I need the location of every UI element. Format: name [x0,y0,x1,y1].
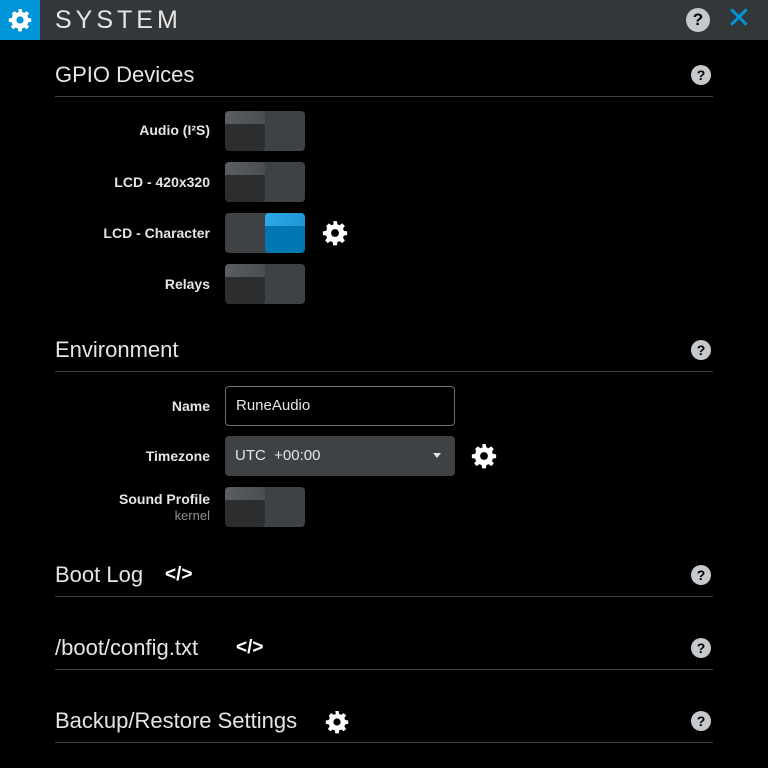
lcd-character-settings-gear-icon[interactable] [322,220,348,246]
sound-profile-title: Sound Profile [119,491,210,507]
timezone-value: UTC +00:00 [235,447,321,464]
toggle-knob [225,162,265,202]
section-title: Boot Log [55,562,144,587]
help-icon[interactable]: ? [691,65,711,85]
timezone-label: Timezone [145,448,210,464]
help-icon[interactable]: ? [691,711,711,731]
settings-gear-icon [0,0,40,40]
gpio-audio-toggle[interactable] [225,111,305,151]
gpio-relays-label: Relays [164,276,210,292]
sound-profile-toggle[interactable] [225,487,305,527]
toggle-knob [225,264,265,304]
chevron-down-icon [433,453,441,458]
close-button[interactable]: ✕ [726,4,752,34]
gpio-lcd-character-label: LCD - Character [103,225,210,241]
toggle-knob [265,213,305,253]
help-icon[interactable]: ? [691,340,711,360]
help-icon[interactable]: ? [686,8,710,32]
gpio-lcd-toggle[interactable] [225,162,305,202]
backup-settings-gear-icon[interactable] [325,710,349,734]
section-environment-header: Environment ? [55,337,713,372]
gpio-lcd-label: LCD - 420x320 [114,174,210,190]
code-icon[interactable]: </> [236,637,263,663]
gpio-lcd-character-toggle[interactable] [225,213,305,253]
toggle-knob [225,487,265,527]
name-label: Name [171,398,210,414]
section-bootlog-header[interactable]: Boot Log </> ? [55,562,713,597]
help-icon[interactable]: ? [691,565,711,585]
section-title: /boot/config.txt [55,635,199,660]
section-title: GPIO Devices [55,62,195,87]
timezone-select[interactable]: UTC +00:00 [225,436,455,476]
sound-profile-label: Sound Profile kernel [119,491,210,523]
section-config-header[interactable]: /boot/config.txt </> ? [55,635,713,670]
top-bar: SYSTEM ? ✕ [0,0,768,40]
toggle-knob [225,111,265,151]
section-title: Backup/Restore Settings [55,708,298,733]
help-icon[interactable]: ? [691,638,711,658]
timezone-settings-gear-icon[interactable] [471,443,497,469]
gpio-audio-label: Audio (I²S) [139,122,210,138]
section-backup-header[interactable]: Backup/Restore Settings ? [55,708,713,743]
section-gpio-header: GPIO Devices ? [55,62,713,97]
code-icon[interactable]: </> [165,564,192,590]
name-input[interactable]: RuneAudio [225,386,455,426]
page-title: SYSTEM [55,6,182,34]
gpio-relays-toggle[interactable] [225,264,305,304]
section-title: Environment [55,337,179,362]
sound-profile-sublabel: kernel [174,508,210,523]
